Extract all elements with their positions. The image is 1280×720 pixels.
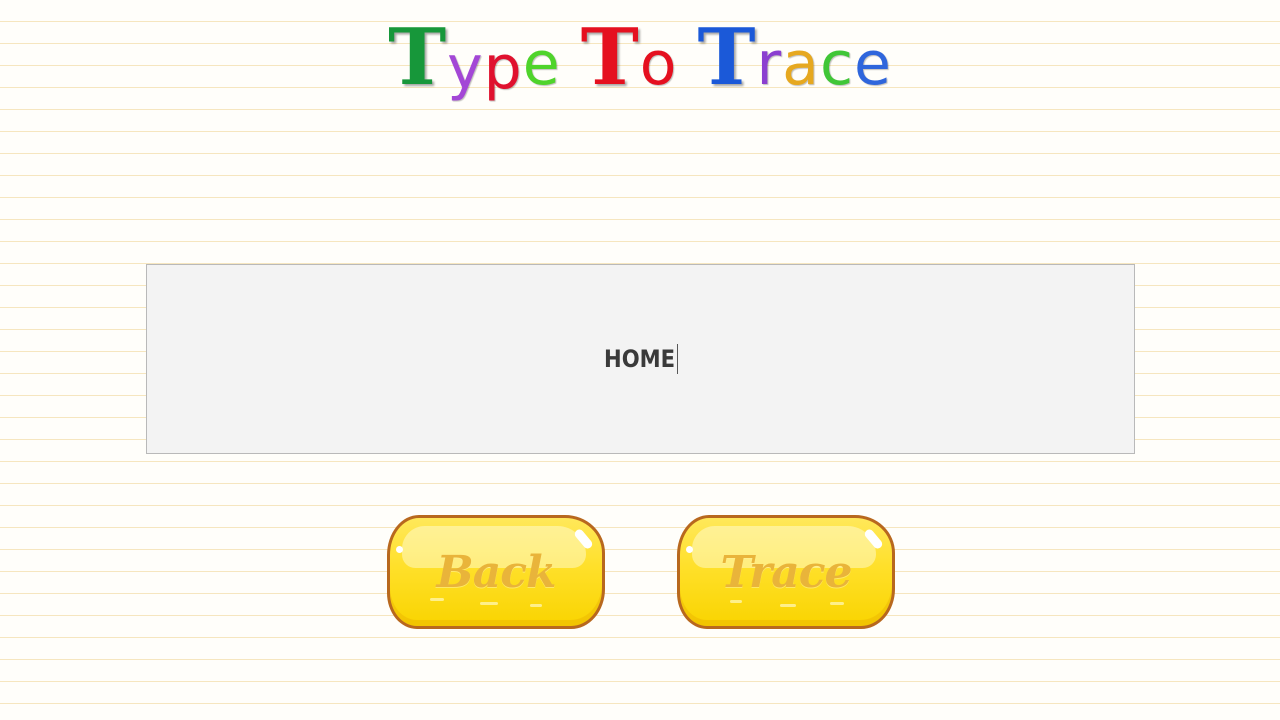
trace-button-label: Trace bbox=[720, 546, 852, 598]
title-word: Trace bbox=[697, 18, 891, 104]
title-letter: a bbox=[782, 29, 820, 99]
word-entry-text: HOME bbox=[604, 344, 678, 374]
title-letter: e bbox=[853, 29, 892, 99]
title-letter: y bbox=[447, 33, 484, 103]
back-button-label: Back bbox=[436, 546, 557, 598]
title-word: Type bbox=[388, 18, 561, 104]
text-cursor bbox=[676, 344, 678, 374]
trace-button[interactable]: Trace bbox=[677, 515, 895, 629]
title-letter: c bbox=[819, 29, 854, 99]
title-letter: e bbox=[522, 29, 561, 99]
word-entry-value: HOME bbox=[603, 345, 675, 373]
title-word: To bbox=[581, 18, 678, 104]
word-entry-field[interactable]: HOME bbox=[146, 264, 1135, 454]
title-letter: T bbox=[388, 12, 448, 103]
title-letter: T bbox=[580, 12, 640, 103]
app-title: Type To Trace bbox=[0, 18, 1280, 104]
title-letter: p bbox=[483, 33, 523, 103]
title-letter: r bbox=[756, 29, 783, 99]
back-button[interactable]: Back bbox=[387, 515, 605, 629]
title-letter: o bbox=[639, 29, 678, 99]
title-letter: T bbox=[697, 12, 757, 103]
